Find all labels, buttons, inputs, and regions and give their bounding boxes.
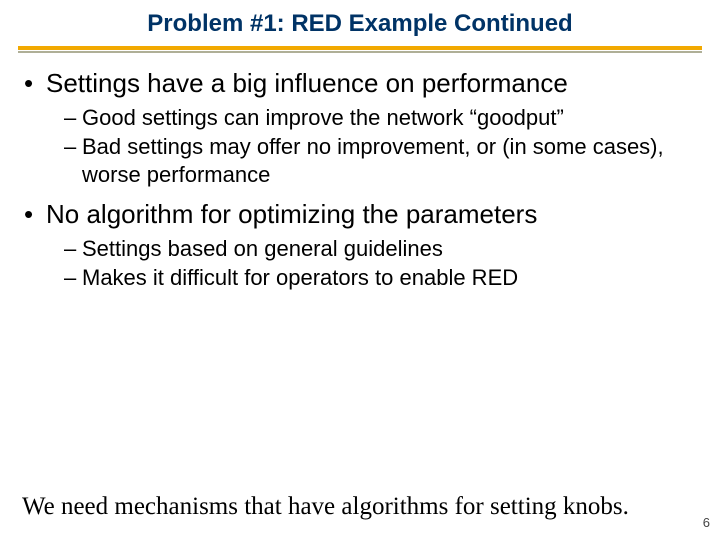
sub-bullet-item: Good settings can improve the network “g… (64, 104, 698, 132)
rule-bar-orange (18, 46, 702, 50)
sub-bullet-item: Settings based on general guidelines (64, 235, 698, 263)
sub-bullet-list: Good settings can improve the network “g… (46, 104, 698, 189)
bullet-list: Settings have a big influence on perform… (22, 67, 698, 292)
title-rule (18, 46, 702, 53)
bullet-item: No algorithm for optimizing the paramete… (22, 198, 698, 292)
sub-bullet-list: Settings based on general guidelines Mak… (46, 235, 698, 292)
bullet-text: No algorithm for optimizing the paramete… (46, 199, 537, 229)
rule-bar-shadow (18, 51, 702, 53)
slide-title: Problem #1: RED Example Continued (0, 0, 720, 46)
sub-bullet-item: Makes it difficult for operators to enab… (64, 264, 698, 292)
bullet-text: Settings have a big influence on perform… (46, 68, 568, 98)
bullet-item: Settings have a big influence on perform… (22, 67, 698, 188)
page-number: 6 (703, 515, 710, 530)
content-area: Settings have a big influence on perform… (0, 53, 720, 292)
sub-bullet-item: Bad settings may offer no improvement, o… (64, 133, 698, 188)
slide: Problem #1: RED Example Continued Settin… (0, 0, 720, 540)
footer-note: We need mechanisms that have algorithms … (22, 492, 692, 522)
